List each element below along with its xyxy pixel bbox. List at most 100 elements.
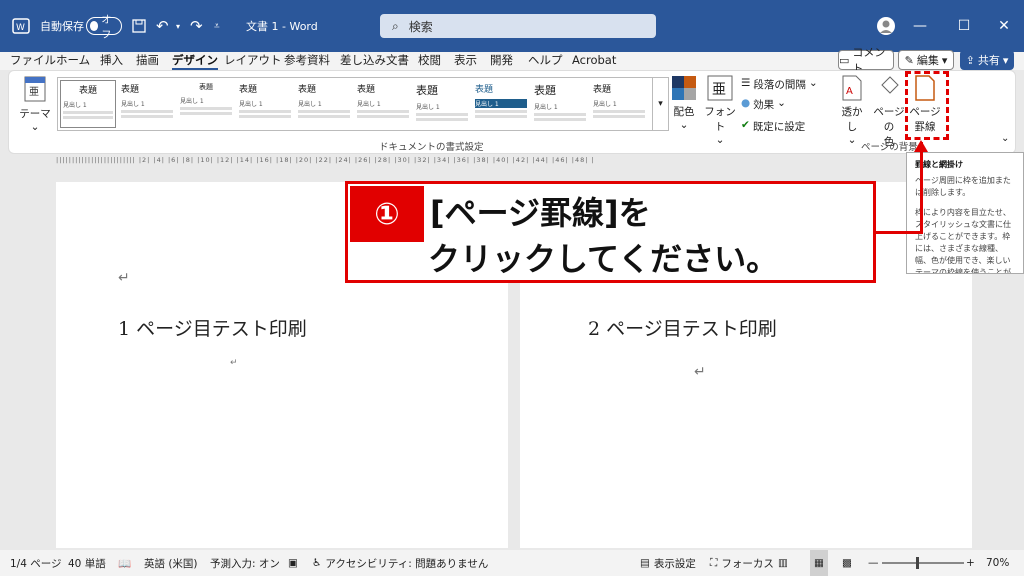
colors-button[interactable]: 配色 ⌄ [669,75,699,131]
style-heading: 表題 [298,85,317,95]
horizontal-ruler[interactable]: ||||||||||||||||||||||||| |2| |4| |6| |8… [56,156,976,168]
share-button[interactable]: ⇪ 共有 ▾ [960,50,1014,70]
tab-layout[interactable]: レイアウト [224,52,282,70]
word-logo-icon[interactable]: W [12,0,30,52]
style-heading: 表題 [475,85,494,95]
edit-button[interactable]: ✎ 編集 ▾ [898,50,954,70]
toggle-knob [90,21,99,31]
search-box[interactable]: ⌕ 検索 [380,14,656,38]
document-title: 文書 1 - Word [246,20,318,33]
collapse-ribbon-icon[interactable]: ⌄ [1001,133,1009,144]
focus-button[interactable]: ⛶ フォーカス [710,550,774,576]
proofing-icon[interactable]: 📖 [118,550,131,576]
style-item[interactable]: 表題 見出し 1 [119,80,175,128]
read-mode-icon[interactable]: ▥ [778,550,788,576]
web-layout-icon[interactable]: ▩ [842,550,852,576]
close-button[interactable]: ✕ [984,0,1024,52]
paint-bucket-icon [881,76,899,94]
style-sub: 見出し 1 [180,98,204,105]
paragraph-mark: ↵ [118,270,130,286]
page-color-button[interactable]: ページの 色 [871,75,907,149]
share-icon: ⇪ [965,53,975,67]
gallery-more-button[interactable]: ▾ [652,78,668,130]
svg-text:亜: 亜 [712,82,726,98]
display-settings-button[interactable]: ▤ 表示設定 [640,550,696,576]
save-icon[interactable] [132,0,146,52]
text-prediction[interactable]: 予測入力: オン [210,550,280,576]
style-item[interactable]: 表題 見出し 1 [591,80,647,128]
style-sub: 見出し 1 [63,102,87,109]
paragraph-spacing-icon: ☰ [741,77,751,89]
tab-mailings[interactable]: 差し込み文書 [340,52,409,70]
effects-icon: ● [741,97,751,109]
language[interactable]: 英語 (米国) [144,550,198,576]
fonts-button[interactable]: 亜 フォント ⌄ [703,75,737,146]
tab-design[interactable]: デザイン [172,52,218,70]
minimize-button[interactable]: — [900,0,940,52]
paragraph-mark: ↵ [230,358,238,368]
display-settings-label: 表示設定 [653,557,696,570]
style-sub: 見出し 1 [298,101,322,108]
tab-view[interactable]: 表示 [454,52,477,70]
paragraph-spacing-button[interactable]: ☰ 段落の間隔 ⌄ [741,77,818,92]
zoom-out-button[interactable]: — [868,550,879,576]
autosave-toggle[interactable]: オフ [86,0,122,52]
style-item[interactable]: 表題 見出し 1 [355,80,411,128]
maximize-button[interactable]: ☐ [944,0,984,52]
style-item[interactable]: 表題 見出し 1 [532,80,588,128]
set-default-button[interactable]: ✔ 既定に設定 [741,119,805,134]
colors-label: 配色 [673,106,695,118]
style-item[interactable]: 表題 見出し 1 [178,80,234,128]
tab-draw[interactable]: 描画 [136,52,159,70]
callout-connector-horizontal [876,231,923,234]
accessibility-status[interactable]: ♿ アクセシビリティ: 問題ありません [312,550,488,576]
pencil-icon: ✎ [904,53,914,67]
tooltip-body-2: 枠により内容を目立たせ、スタイリッシュな文書に仕上げることができます。枠には、さ… [915,208,1011,274]
effects-button[interactable]: ● 効果 ⌄ [741,97,786,112]
theme-button[interactable]: 亜 テーマ ⌄ [15,75,55,133]
page-count[interactable]: 1/4 ページ [10,550,62,576]
tab-insert[interactable]: 挿入 [100,52,123,70]
tab-review[interactable]: 校閲 [418,52,441,70]
accessibility-label: アクセシビリティ: 問題ありません [325,557,489,570]
style-item[interactable]: 表題 見出し 1 [60,80,116,128]
macro-icon[interactable]: ▣ [288,550,298,576]
zoom-in-button[interactable]: + [966,550,975,576]
chevron-down-icon: ⌄ [679,119,689,131]
callout-arrow-icon [914,140,928,152]
undo-dropdown-icon[interactable]: ▾ [176,0,180,52]
tab-file[interactable]: ファイル [10,52,56,70]
page1-text: 1 ページ目テスト印刷 [118,318,307,340]
style-item[interactable]: 表題 見出し 1 [473,80,529,128]
word-count[interactable]: 40 単語 [68,550,106,576]
zoom-level[interactable]: 70% [986,550,1009,576]
theme-label: テーマ [19,108,51,120]
style-heading: 表題 [239,85,258,95]
style-sub: 見出し 1 [593,101,617,108]
style-heading: 表題 [416,84,438,97]
style-item[interactable]: 表題見出し 1 [414,80,470,128]
style-item[interactable]: 表題見出し 1 [296,80,352,128]
tab-help[interactable]: ヘルプ [528,52,563,70]
customize-qat-icon[interactable]: ⩡ [214,0,220,52]
undo-icon[interactable]: ↶ [156,0,169,52]
watermark-button[interactable]: A 透かし ⌄ [837,75,867,146]
style-sub: 見出し 1 [416,104,440,111]
ribbon: 亜 テーマ ⌄ 表題 見出し 1 表題 見出し 1 表題 見出し 1 表題 見出し 1 … [8,70,1016,154]
step-number: ① [350,186,424,242]
zoom-slider-thumb[interactable] [916,557,919,569]
tab-acrobat[interactable]: Acrobat [572,52,616,70]
print-layout-icon[interactable]: ▦ [810,550,828,576]
zoom-slider[interactable] [882,550,964,576]
focus-icon: ⛶ [710,556,718,569]
comment-button[interactable]: ▭ コメント [838,46,894,75]
style-item[interactable]: 表題 見出し 1 [237,80,293,128]
callout-connector-vertical [920,142,923,234]
tab-references[interactable]: 参考資料 [284,52,330,70]
redo-icon[interactable]: ↷ [190,0,203,52]
style-heading: 表題 [357,85,376,95]
chevron-down-icon: ⌄ [30,121,40,133]
tab-home[interactable]: ホーム [56,52,90,70]
tab-developer[interactable]: 開発 [490,52,513,70]
status-bar: 1/4 ページ 40 単語 📖 英語 (米国) 予測入力: オン ▣ ♿ アクセシ… [0,550,1024,576]
